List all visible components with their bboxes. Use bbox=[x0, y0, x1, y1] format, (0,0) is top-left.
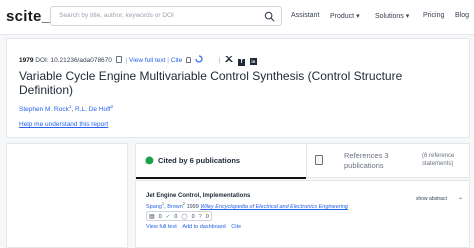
show-abstract-link[interactable]: show abstract bbox=[416, 196, 447, 202]
author-link[interactable]: Spang bbox=[146, 204, 162, 210]
scite-logo[interactable]: scite_ bbox=[6, 8, 50, 25]
paper-authors: Stephen M. Rock1, R.L. De Hoff2 bbox=[19, 104, 114, 114]
mentioning-count: 0 bbox=[174, 214, 178, 220]
check-icon: ✓ bbox=[165, 214, 171, 220]
tab-cited-by-label: Cited by 6 publications bbox=[158, 156, 241, 165]
bell-icon[interactable] bbox=[186, 57, 192, 63]
mention-icon: ◯ bbox=[181, 214, 188, 220]
copy-icon[interactable] bbox=[115, 56, 122, 63]
nav-solutions[interactable]: Solutions ▾ bbox=[375, 12, 409, 20]
chevron-down-icon[interactable]: ⌄ bbox=[458, 194, 463, 201]
unclassified-count: 0 bbox=[205, 214, 209, 220]
facebook-icon[interactable]: f bbox=[238, 59, 246, 66]
cite-link[interactable]: Cite bbox=[231, 224, 241, 230]
author-index: 1 bbox=[161, 201, 165, 206]
reference-statements-count: (6 reference bbox=[422, 153, 455, 159]
citing-actions: View full text Add to dashboard Cite bbox=[146, 224, 241, 230]
linkedin-icon[interactable]: in bbox=[249, 58, 257, 65]
side-panel bbox=[6, 143, 128, 248]
tab-references[interactable]: References 3 publications (6 reference s… bbox=[306, 144, 471, 179]
nav-assistant[interactable]: Assistant bbox=[291, 12, 319, 19]
loading-icon bbox=[195, 55, 203, 63]
citation-badges: ▤ 0 ✓ 0 ◯ 0 ? 0 bbox=[146, 211, 212, 221]
view-full-text-link[interactable]: View full text bbox=[146, 224, 177, 230]
paper-meta: 1979 DOI: 10.21236/ada078670 | View full… bbox=[19, 55, 257, 66]
question-icon: ? bbox=[198, 214, 202, 220]
search-placeholder: Search by title, author, keywords or DOI bbox=[59, 12, 174, 19]
top-bar: scite_ Search by title, author, keywords… bbox=[0, 0, 474, 35]
paper-year: 1979 bbox=[19, 57, 34, 64]
twitter-icon[interactable] bbox=[225, 56, 234, 63]
document-icon bbox=[315, 155, 323, 165]
cite-link[interactable]: Cite bbox=[171, 57, 183, 64]
tab-references-label: References 3 bbox=[344, 151, 389, 160]
search-icon[interactable] bbox=[264, 11, 275, 22]
contrasting-count: 0 bbox=[191, 214, 195, 220]
supporting-count: 0 bbox=[158, 214, 162, 220]
view-full-text-link[interactable]: View full text bbox=[129, 57, 165, 64]
tab-cited-by[interactable]: Cited by 6 publications bbox=[136, 144, 306, 179]
add-to-dashboard-link[interactable]: Add to dashboard bbox=[182, 224, 225, 230]
citing-year: 1999 bbox=[186, 203, 199, 210]
author-link[interactable]: Brown bbox=[167, 204, 183, 210]
author-index: 2 bbox=[182, 201, 186, 206]
citing-title[interactable]: Jet Engine Control, Implementations bbox=[146, 193, 250, 199]
document-icon: ▤ bbox=[149, 214, 155, 220]
citing-publication-card: Jet Engine Control, Implementations show… bbox=[135, 180, 470, 248]
citation-tabs: Cited by 6 publications References 3 pub… bbox=[135, 143, 471, 179]
paper-card: 1979 DOI: 10.21236/ada078670 | View full… bbox=[6, 38, 470, 138]
author-link[interactable]: Stephen M. Rock bbox=[19, 106, 69, 113]
paper-doi: DOI: 10.21236/ada078670 bbox=[35, 57, 112, 64]
citing-authors: Spang1, Brown2 1999 Wiley Encyclopedia o… bbox=[146, 201, 348, 210]
citing-journal[interactable]: Wiley Encyclopedia of Electrical and Ele… bbox=[200, 204, 348, 210]
nav-blog[interactable]: Blog bbox=[455, 12, 469, 19]
nav-pricing[interactable]: Pricing bbox=[423, 12, 444, 19]
search-input[interactable]: Search by title, author, keywords or DOI bbox=[50, 6, 282, 26]
paper-title: Variable Cycle Engine Multivariable Cont… bbox=[19, 69, 403, 97]
tab-references-label: publications bbox=[344, 161, 384, 170]
quote-bubble-icon bbox=[145, 156, 154, 165]
help-understand-link[interactable]: Help me understand this report bbox=[19, 121, 108, 128]
reference-statements-count: statements) bbox=[422, 161, 454, 167]
author-link[interactable]: R.L. De Hoff bbox=[75, 106, 111, 113]
nav-product[interactable]: Product ▾ bbox=[330, 12, 360, 20]
author-index: 2 bbox=[110, 104, 114, 109]
